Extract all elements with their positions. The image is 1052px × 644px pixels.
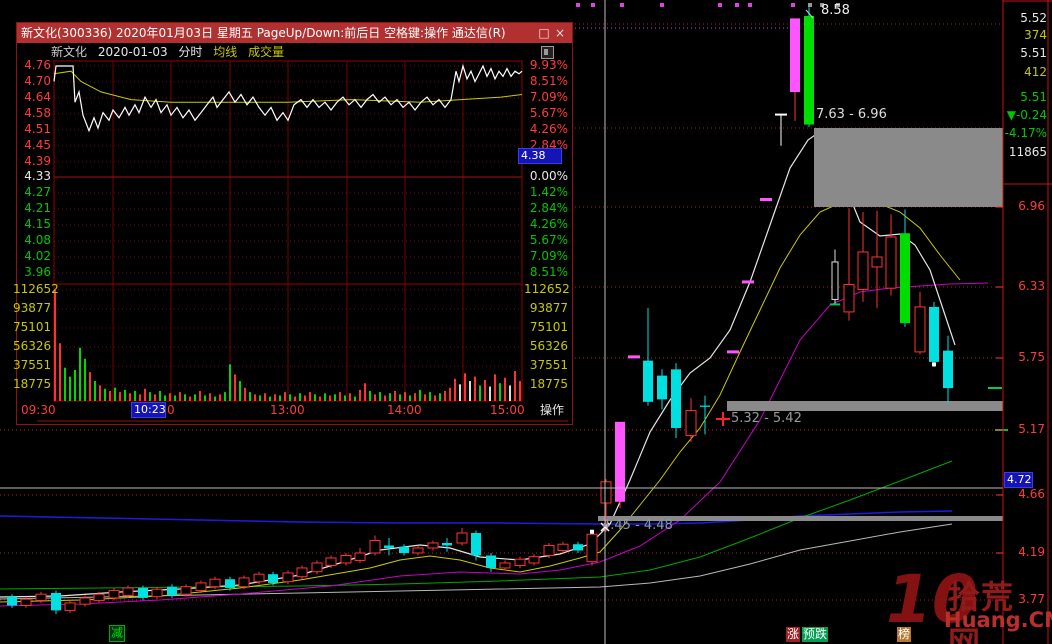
- intraday-popup-window[interactable]: 新文化(300336) 2020年01月03日 星期五 PageUp/Down:…: [16, 22, 573, 425]
- signal-tag-jian: 减: [109, 625, 125, 642]
- intraday-percent-label: 0.00%: [524, 169, 568, 183]
- intraday-percent-label: 4.26%: [524, 217, 568, 231]
- intraday-price-label: 4.15: [17, 217, 51, 231]
- intraday-percent-label: 2.84%: [524, 201, 568, 215]
- volume-axis-label: 93877: [524, 301, 568, 315]
- volume-axis-label: 56326: [524, 339, 568, 353]
- volume-axis-label: 18775: [13, 377, 51, 391]
- quote-value: 374: [1003, 28, 1047, 42]
- annotation-support-zone-mid: 5.32 - 5.42: [731, 411, 802, 426]
- intraday-price-label: 4.70: [17, 74, 51, 88]
- intraday-price-label: 4.51: [17, 122, 51, 136]
- intraday-price-label: 4.39: [17, 154, 51, 168]
- intraday-percent-label: 7.09%: [524, 90, 568, 104]
- intraday-price-label: 4.64: [17, 90, 51, 104]
- intraday-percent-label: 5.67%: [524, 233, 568, 247]
- intraday-price-label: 4.45: [17, 138, 51, 152]
- intraday-chart[interactable]: [17, 23, 574, 426]
- cursor-price-box: 4.38: [518, 148, 562, 164]
- watermark-site-url: Huang.CN: [944, 608, 1052, 632]
- annotation-breakout-zone-low: 4.45 - 4.48: [602, 518, 673, 533]
- quote-value: 412: [1003, 65, 1047, 79]
- main-axis-price-label: 5.75: [1005, 350, 1045, 364]
- intraday-price-label: 3.96: [17, 265, 51, 279]
- signal-tag-yudie: 预跌: [802, 627, 828, 642]
- time-axis-label: 13:00: [270, 403, 305, 417]
- volume-axis-label: 75101: [524, 320, 568, 334]
- annotation-high-price: 8.58: [821, 3, 850, 18]
- trading-terminal-screen: 6.966.335.755.174.664.193.77 5.523745.51…: [0, 0, 1052, 644]
- volume-axis-label: 112652: [524, 282, 568, 296]
- crosshair-price-box: 4.72: [1004, 472, 1033, 488]
- volume-axis-label: 37551: [13, 358, 51, 372]
- intraday-price-label: 4.58: [17, 106, 51, 120]
- annotation-gap-zone-high: 7.63 - 6.96: [816, 107, 887, 122]
- intraday-price-label: 4.27: [17, 185, 51, 199]
- intraday-price-label: 4.33: [17, 169, 51, 183]
- intraday-percent-label: 8.51%: [524, 265, 568, 279]
- intraday-percent-label: 7.09%: [524, 249, 568, 263]
- intraday-percent-label: 8.51%: [524, 74, 568, 88]
- buy-point-marker: [716, 412, 730, 426]
- time-axis-label: 15:00: [490, 403, 525, 417]
- main-axis-price-label: 6.96: [1005, 199, 1045, 213]
- quote-value: 5.51: [1003, 90, 1047, 104]
- main-axis-price-label: 5.17: [1005, 422, 1045, 436]
- measure-zones: [598, 128, 1003, 521]
- intraday-percent-label: 9.93%: [524, 58, 568, 72]
- main-axis-price-label: 4.19: [1005, 545, 1045, 559]
- volume-axis-label: 75101: [13, 320, 51, 334]
- main-axis-price-label: 4.66: [1005, 487, 1045, 501]
- intraday-percent-label: 5.67%: [524, 106, 568, 120]
- intraday-price-label: 4.08: [17, 233, 51, 247]
- intraday-price-label: 4.21: [17, 201, 51, 215]
- intraday-price-label: 4.02: [17, 249, 51, 263]
- quote-value: 5.52: [1003, 11, 1047, 25]
- volume-axis-label: 112652: [13, 282, 51, 296]
- signal-tag-zhang: 涨: [786, 627, 800, 642]
- volume-axis-label: 93877: [13, 301, 51, 315]
- volume-axis-label: 18775: [524, 377, 568, 391]
- volume-axis-label: 56326: [13, 339, 51, 353]
- intraday-price-label: 4.76: [17, 58, 51, 72]
- site-watermark: 10 拾荒网 Huang.CN: [886, 564, 1016, 644]
- main-axis-price-label: 6.33: [1005, 279, 1045, 293]
- intraday-percent-label: 1.42%: [524, 185, 568, 199]
- quote-value: 11865: [1003, 145, 1047, 159]
- quote-value: ▼-0.24: [1003, 108, 1047, 122]
- ma-green: [0, 461, 952, 589]
- time-axis-label: 14:00: [387, 403, 422, 417]
- volume-axis-label: 37551: [524, 358, 568, 372]
- quote-value: -4.17%: [1003, 126, 1047, 140]
- cursor-time-box: 10:23: [131, 402, 166, 418]
- time-axis-label: 09:30: [21, 403, 56, 417]
- quote-value: 5.51: [1003, 46, 1047, 60]
- intraday-percent-label: 4.26%: [524, 122, 568, 136]
